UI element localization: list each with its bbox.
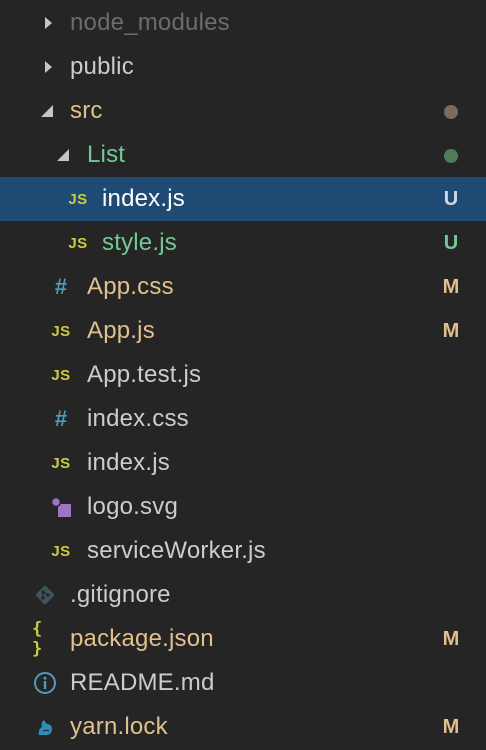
tree-item-public[interactable]: public (0, 45, 486, 89)
git-status-badge: U (443, 188, 459, 210)
tree-item-app-test-js[interactable]: JS App.test.js (0, 353, 486, 397)
tree-item-node-modules[interactable]: node_modules (0, 1, 486, 45)
javascript-file-icon: JS (51, 366, 71, 384)
info-icon (32, 661, 58, 705)
tree-item-label: App.js (87, 317, 155, 344)
tree-item-package-json[interactable]: { } package.json M (0, 617, 486, 661)
tree-item-list-folder[interactable]: List (0, 133, 486, 177)
javascript-file-icon: JS (68, 190, 88, 208)
javascript-file-icon: JS (51, 322, 71, 340)
tree-item-index-css[interactable]: # index.css (0, 397, 486, 441)
tree-item-label: index.js (102, 185, 185, 212)
chevron-right-icon[interactable] (42, 45, 54, 89)
tree-item-app-js[interactable]: JS App.js M (0, 309, 486, 353)
git-status-badge: M (442, 320, 460, 342)
svg-file-icon (48, 485, 74, 529)
tree-item-list-style-js[interactable]: JS style.js U (0, 221, 486, 265)
git-status-badge: M (442, 276, 460, 298)
tree-item-list-index-js[interactable]: JS index.js U (0, 177, 486, 221)
git-file-icon (32, 573, 58, 617)
tree-item-label: index.css (87, 405, 189, 432)
tree-item-label: public (70, 53, 134, 80)
tree-item-label: yarn.lock (70, 713, 168, 740)
tree-item-readme-md[interactable]: README.md (0, 661, 486, 705)
tree-item-src[interactable]: src (0, 89, 486, 133)
tree-item-label: style.js (102, 229, 177, 256)
css-file-icon: # (54, 406, 68, 431)
tree-item-label: package.json (70, 625, 214, 652)
tree-item-label: serviceWorker.js (87, 537, 266, 564)
tree-item-label: README.md (70, 669, 215, 696)
status-dot (444, 105, 458, 119)
chevron-down-icon[interactable] (56, 133, 70, 177)
tree-item-app-css[interactable]: # App.css M (0, 265, 486, 309)
tree-item-label: logo.svg (87, 493, 178, 520)
javascript-file-icon: JS (51, 454, 71, 472)
yarn-icon (32, 705, 58, 749)
tree-item-service-worker-js[interactable]: JS serviceWorker.js (0, 529, 486, 573)
css-file-icon: # (54, 274, 68, 299)
tree-item-yarn-lock[interactable]: yarn.lock M (0, 705, 486, 749)
tree-item-label: List (87, 141, 126, 168)
git-status-badge: M (442, 716, 460, 738)
tree-item-logo-svg[interactable]: logo.svg (0, 485, 486, 529)
tree-item-label: App.test.js (87, 361, 202, 388)
git-status-badge: M (442, 628, 460, 650)
javascript-file-icon: JS (68, 234, 88, 252)
javascript-file-icon: JS (51, 542, 71, 560)
tree-item-label: node_modules (70, 9, 230, 36)
tree-item-label: .gitignore (70, 581, 171, 608)
chevron-down-icon[interactable] (40, 89, 54, 133)
chevron-right-icon[interactable] (42, 1, 54, 45)
file-explorer-tree: node_modules public src List JS index.js… (0, 0, 486, 750)
tree-item-index-js[interactable]: JS index.js (0, 441, 486, 485)
json-file-icon: { } (32, 619, 43, 659)
tree-item-gitignore[interactable]: .gitignore (0, 573, 486, 617)
tree-item-label: src (70, 97, 103, 124)
tree-item-label: App.css (87, 273, 174, 300)
git-status-badge: U (443, 232, 459, 254)
status-dot (444, 149, 458, 163)
tree-item-label: index.js (87, 449, 170, 476)
